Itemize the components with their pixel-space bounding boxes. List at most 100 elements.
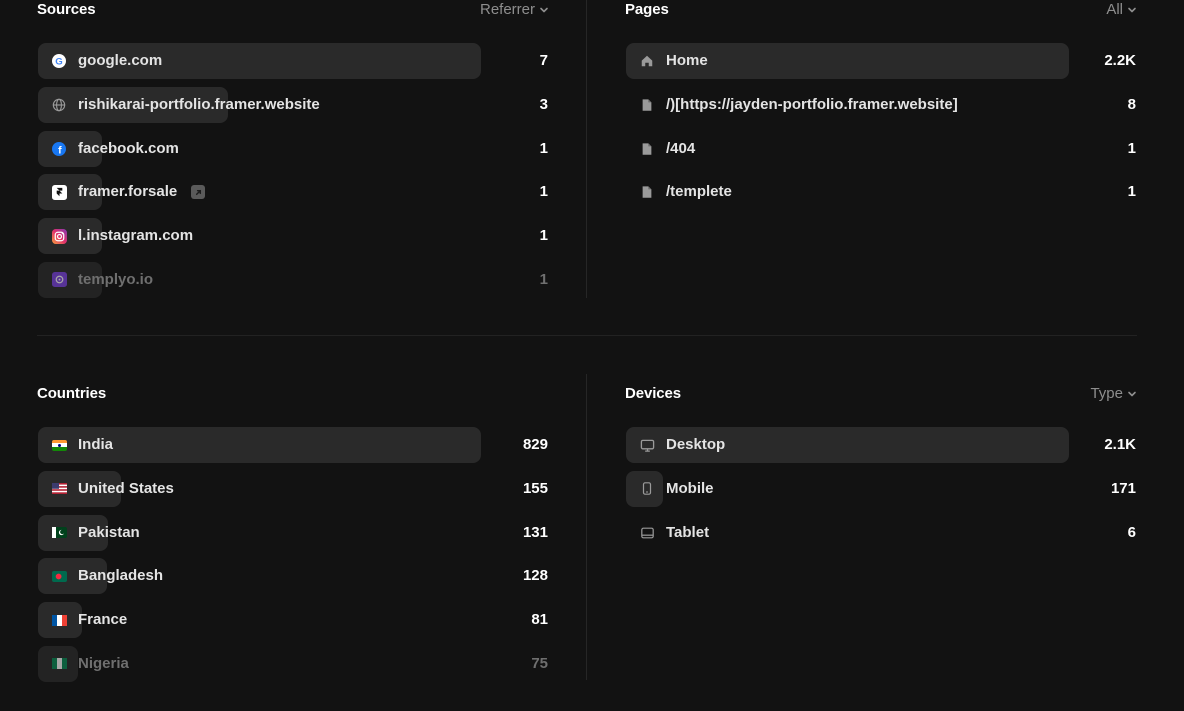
facebook-icon: f <box>51 141 67 157</box>
device-label: Mobile <box>666 479 714 497</box>
page-value: 1 <box>1127 139 1136 157</box>
country-label: India <box>78 436 114 453</box>
vertical-divider <box>586 374 587 680</box>
devices-list: Desktop 2.1K Mobile 171 Tablet 6 <box>625 427 1137 551</box>
country-value: 131 <box>522 523 548 541</box>
pages-panel: Pages All Home 2.2K /)[https://jayden-po… <box>625 0 1137 218</box>
countries-header: Countries <box>37 383 549 405</box>
page-label: Home <box>666 52 708 69</box>
country-label: France <box>78 611 128 629</box>
country-row-pakistan[interactable]: Pakistan 131 <box>37 514 549 551</box>
devices-filter-dropdown[interactable]: Type <box>1090 383 1137 405</box>
source-label: rishikarai-portfolio.framer.website <box>78 95 320 113</box>
countries-list: India 829 United States 155 Pakistan 131… <box>37 427 549 682</box>
pages-filter-label: All <box>1106 1 1123 18</box>
page-row-jayden[interactable]: /)[https://jayden-portfolio.framer.websi… <box>625 87 1137 123</box>
sources-filter-dropdown[interactable]: Referrer <box>480 0 549 21</box>
source-label-text: framer.forsale <box>78 183 178 201</box>
pages-list: Home 2.2K /)[https://jayden-portfolio.fr… <box>625 43 1137 210</box>
country-row-us[interactable]: United States 155 <box>37 470 549 507</box>
framer-icon <box>51 184 67 200</box>
device-label: Tablet <box>666 523 710 541</box>
country-label: Nigeria <box>78 654 129 672</box>
page-label: /)[https://jayden-portfolio.framer.websi… <box>666 95 958 113</box>
chevron-down-icon <box>1128 391 1136 397</box>
sources-panel: Sources Referrer G google.com 7 rishikar… <box>37 0 549 306</box>
country-value: 155 <box>522 479 548 497</box>
device-row-desktop[interactable]: Desktop 2.1K <box>625 427 1137 463</box>
source-row-google[interactable]: G google.com 7 <box>37 43 549 79</box>
source-row-framer-forsale[interactable]: framer.forsale 1 <box>37 174 549 211</box>
mobile-icon <box>639 481 655 497</box>
page-value: 8 <box>1127 95 1136 113</box>
country-row-france[interactable]: France 81 <box>37 602 549 639</box>
globe-icon <box>51 97 67 113</box>
desktop-icon <box>639 437 655 453</box>
source-label: facebook.com <box>78 139 179 157</box>
country-row-bangladesh[interactable]: Bangladesh 128 <box>37 558 549 595</box>
devices-title: Devices <box>625 385 682 402</box>
page-value: 1 <box>1127 183 1136 201</box>
source-row-facebook[interactable]: f facebook.com 1 <box>37 130 549 167</box>
device-value: 2.1K <box>1104 436 1136 453</box>
us-flag-icon <box>51 481 67 497</box>
device-row-mobile[interactable]: Mobile 171 <box>625 470 1137 507</box>
page-value: 2.2K <box>1104 52 1136 69</box>
sources-header: Sources Referrer <box>37 0 549 21</box>
source-value: 7 <box>539 52 548 69</box>
file-icon <box>639 184 655 200</box>
nigeria-flag-icon <box>51 656 67 672</box>
device-value: 171 <box>1110 479 1136 497</box>
pages-title: Pages <box>625 1 669 18</box>
country-value: 81 <box>531 611 548 629</box>
page-row-templete[interactable]: /templete 1 <box>625 174 1137 210</box>
source-label: google.com <box>78 52 163 69</box>
country-label: Bangladesh <box>78 567 164 585</box>
instagram-icon <box>51 228 67 244</box>
external-link-icon[interactable] <box>191 185 206 200</box>
source-row-instagram[interactable]: l.instagram.com 1 <box>37 218 549 255</box>
sources-list: G google.com 7 rishikarai-portfolio.fram… <box>37 43 549 298</box>
source-value: 1 <box>539 139 548 157</box>
source-label: framer.forsale <box>78 174 206 210</box>
home-icon <box>639 53 655 69</box>
sources-filter-label: Referrer <box>479 1 535 18</box>
chevron-down-icon <box>540 7 548 13</box>
source-value: 1 <box>539 227 548 245</box>
svg-text:f: f <box>58 144 62 156</box>
france-flag-icon <box>51 612 67 628</box>
sources-title: Sources <box>37 1 96 18</box>
devices-panel: Devices Type Desktop 2.1K Mobile 171 Tab… <box>625 383 1137 558</box>
pages-header: Pages All <box>625 0 1137 21</box>
svg-text:G: G <box>55 56 62 67</box>
chevron-down-icon <box>1128 7 1136 13</box>
templyo-icon <box>51 272 67 288</box>
countries-panel: Countries India 829 United States 155 Pa… <box>37 383 549 690</box>
devices-header: Devices Type <box>625 383 1137 405</box>
device-label: Desktop <box>666 436 726 453</box>
source-row-templyo[interactable]: templyo.io 1 <box>37 261 549 298</box>
country-label: United States <box>78 479 174 497</box>
tablet-icon <box>639 525 655 541</box>
country-row-nigeria[interactable]: Nigeria 75 <box>37 645 549 682</box>
country-row-india[interactable]: India 829 <box>37 427 549 463</box>
file-icon <box>639 141 655 157</box>
devices-filter-label: Type <box>1090 385 1123 402</box>
device-value: 6 <box>1127 523 1136 541</box>
page-row-home[interactable]: Home 2.2K <box>625 43 1137 79</box>
google-icon: G <box>51 53 67 69</box>
source-value: 1 <box>539 183 548 201</box>
page-row-404[interactable]: /404 1 <box>625 131 1137 167</box>
page-label: /templete <box>666 183 732 201</box>
pages-filter-dropdown[interactable]: All <box>1106 0 1137 21</box>
bangladesh-flag-icon <box>51 568 67 584</box>
source-value: 3 <box>539 95 548 113</box>
device-row-tablet[interactable]: Tablet 6 <box>625 515 1137 551</box>
country-value: 829 <box>522 436 548 453</box>
horizontal-divider <box>37 335 1137 336</box>
india-flag-icon <box>51 437 67 453</box>
countries-title: Countries <box>37 385 107 402</box>
source-label: l.instagram.com <box>78 227 194 245</box>
source-row-rishikarai[interactable]: rishikarai-portfolio.framer.website 3 <box>37 86 549 123</box>
page-label: /404 <box>666 139 696 157</box>
